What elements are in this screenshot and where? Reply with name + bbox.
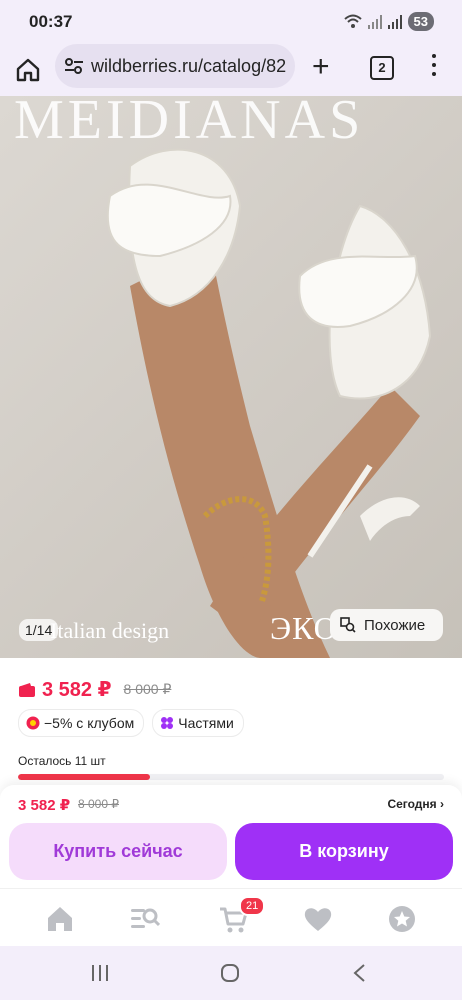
app-tab-bar: 21	[0, 888, 462, 947]
similar-search-icon	[340, 617, 356, 633]
delivery-date: Сегодня	[387, 797, 437, 811]
stock-progress	[18, 774, 444, 780]
price-row: 3 582 ₽ 8 000 ₽	[18, 677, 171, 702]
current-price: 3 582 ₽	[42, 679, 112, 701]
catalog-search-icon[interactable]	[130, 904, 160, 934]
club-discount-label: −5% с клубом	[44, 715, 135, 731]
home-icon[interactable]	[45, 904, 75, 934]
buy-panel: 3 582 ₽ 8 000 ₽ Сегодня › Купить сейчас …	[0, 785, 462, 888]
panel-price: 3 582 ₽	[18, 797, 71, 814]
installments-icon	[161, 717, 174, 729]
signal-icon	[367, 14, 382, 29]
browser-toolbar: wildberries.ru/catalog/82 + 2	[0, 44, 462, 96]
club-discount-icon	[26, 716, 40, 730]
product-photo[interactable]: MEIDIANAS 1/14 Italian design ЭКОКОЖА По…	[0, 96, 462, 658]
site-settings-icon[interactable]	[64, 57, 84, 75]
promo-chips: −5% с клубом Частями	[18, 709, 244, 737]
panel-old-price: 8 000 ₽	[78, 797, 119, 811]
heart-icon[interactable]	[303, 904, 333, 934]
wifi-icon	[343, 14, 362, 28]
battery-indicator: 53	[407, 12, 434, 31]
system-nav-bar	[0, 946, 462, 1000]
add-to-cart-button[interactable]: В корзину	[235, 823, 453, 880]
buy-now-button[interactable]: Купить сейчас	[9, 823, 227, 880]
stock-progress-fill	[18, 774, 151, 780]
tab-switcher-button[interactable]: 2	[370, 56, 394, 80]
photo-caption-left: Italian design	[50, 618, 170, 643]
similar-button[interactable]: Похожие	[330, 609, 443, 641]
status-bar: 00:37 53	[0, 0, 462, 44]
similar-label: Похожие	[364, 616, 426, 634]
installments-label: Частями	[178, 715, 234, 731]
back-icon[interactable]	[352, 963, 366, 983]
recent-apps-icon[interactable]	[90, 964, 110, 982]
star-icon[interactable]	[387, 904, 417, 934]
installments-chip[interactable]: Частями	[152, 709, 244, 737]
url-text: wildberries.ru/catalog/82	[91, 56, 287, 76]
menu-icon[interactable]	[430, 54, 438, 81]
old-price: 8 000 ₽	[123, 681, 172, 697]
wallet-icon	[19, 682, 35, 697]
stock-label: Осталось 11 шт	[18, 754, 106, 768]
cart-count-badge: 21	[239, 896, 266, 916]
delivery-date-link[interactable]: Сегодня ›	[387, 797, 444, 811]
new-tab-icon[interactable]: +	[312, 52, 330, 82]
address-bar[interactable]: wildberries.ru/catalog/82	[55, 44, 295, 88]
signal-icon-2	[387, 14, 402, 29]
status-icons: 53	[343, 12, 434, 31]
chevron-right-icon: ›	[440, 797, 444, 811]
club-discount-chip[interactable]: −5% с клубом	[18, 709, 145, 737]
home-icon[interactable]	[14, 57, 42, 83]
shoe-illustration	[106, 148, 432, 658]
home-button-icon[interactable]	[220, 963, 240, 983]
status-time: 00:37	[29, 12, 73, 31]
